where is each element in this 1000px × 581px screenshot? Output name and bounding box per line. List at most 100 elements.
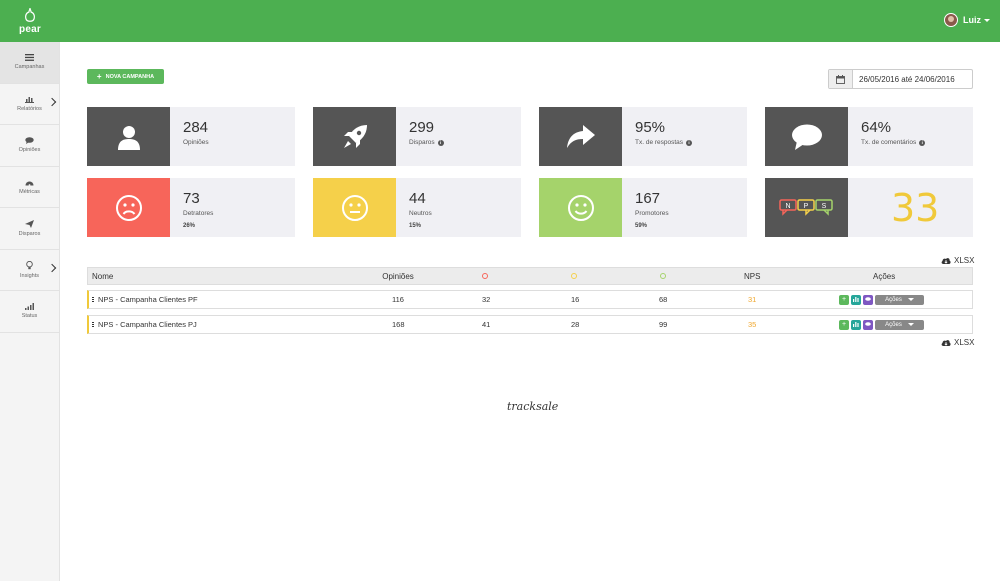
col-header-actions: Ações	[873, 271, 896, 281]
card-percent: 15%	[409, 223, 422, 229]
happy-face-icon	[660, 273, 666, 279]
row-nps: 31	[748, 295, 757, 304]
card-value: 167	[635, 190, 661, 207]
col-header-opinions[interactable]: Opiniões	[382, 268, 414, 284]
row-name-cell: NPS - Campanha Clientes PJ	[92, 316, 197, 333]
cloud-download-icon	[941, 257, 951, 264]
col-header-neutrals[interactable]	[571, 268, 577, 284]
sidebar-item-label: Opiniões	[18, 147, 41, 154]
date-range-text: 26/05/2016 até 24/06/2016	[859, 74, 955, 84]
sidebar-item-label: Status	[21, 313, 38, 320]
top-bar: pear Luiz	[0, 0, 1000, 42]
card-disparos: 299 Disparos i	[313, 107, 521, 166]
card-label: Tx. de comentários	[861, 139, 917, 146]
sidebar-item-relatorios[interactable]: Relatórios	[0, 84, 59, 125]
sidebar-item-opinioes[interactable]: Opiniões	[0, 125, 59, 167]
happy-face-icon	[539, 178, 622, 237]
chevron-right-icon	[47, 263, 57, 272]
card-label: Promotores	[635, 210, 669, 217]
chart-icon[interactable]	[851, 294, 861, 305]
sidebar-item-label: Campanhas	[14, 64, 45, 71]
card-respostas: 95% Tx. de respostas i	[539, 107, 747, 166]
sidebar-item-label: Disparos	[18, 230, 41, 237]
col-header-promoters[interactable]	[660, 268, 666, 284]
card-label: Neutros	[409, 210, 432, 217]
list-icon	[25, 54, 34, 62]
sidebar: Campanhas Relatórios Opiniões Métricas D…	[0, 42, 60, 581]
row-detractors: 32	[482, 295, 491, 304]
add-icon[interactable]: +	[839, 294, 849, 305]
row-opinions: 116	[392, 295, 404, 304]
sad-face-icon	[87, 178, 170, 237]
card-value: 284	[183, 119, 209, 136]
sidebar-item-status[interactable]: Status	[0, 291, 59, 333]
neutral-face-icon	[571, 273, 577, 279]
card-promotores: 167 Promotores 59%	[539, 178, 747, 237]
col-header-nps[interactable]: NPS	[744, 268, 760, 284]
actions-dropdown[interactable]: Ações	[875, 294, 924, 305]
col-header-detractors[interactable]	[482, 268, 488, 284]
row-nps: 35	[748, 320, 757, 329]
pear-icon	[25, 7, 35, 22]
sidebar-item-campanhas[interactable]: Campanhas	[0, 42, 59, 84]
footer-brand: tracksale	[507, 400, 559, 413]
card-value: 44	[409, 190, 426, 207]
sidebar-item-disparos[interactable]: Disparos	[0, 208, 59, 250]
export-xlsx-bottom[interactable]: XLSX	[941, 338, 974, 347]
add-icon[interactable]: +	[839, 319, 849, 330]
card-opinioes: 284 Opiniões	[87, 107, 295, 166]
row-name[interactable]: NPS - Campanha Clientes PF	[98, 295, 198, 304]
app-logo[interactable]: pear	[0, 0, 60, 42]
calendar-icon	[829, 70, 853, 88]
export-label: XLSX	[954, 256, 975, 265]
row-actions: + Ações	[839, 291, 924, 308]
sidebar-item-label: Insights	[20, 272, 39, 279]
col-header-name[interactable]: Nome	[92, 268, 113, 284]
card-label: Tx. de respostas	[635, 139, 684, 146]
chevron-right-icon	[47, 97, 57, 106]
row-neutrals: 16	[571, 295, 580, 304]
nps-score: 33	[891, 186, 940, 230]
sidebar-item-metricas[interactable]: Métricas	[0, 167, 59, 208]
drag-handle-icon[interactable]	[92, 321, 94, 328]
chevron-down-icon	[907, 323, 914, 326]
card-label: Opiniões	[183, 139, 209, 146]
row-neutrals: 28	[571, 320, 580, 329]
info-icon[interactable]: i	[919, 139, 926, 146]
share-arrow-icon	[539, 107, 622, 166]
user-icon	[87, 107, 170, 166]
sidebar-item-label: Métricas	[19, 188, 40, 195]
comment-icon	[25, 137, 34, 145]
date-range-picker[interactable]: 26/05/2016 até 24/06/2016	[828, 69, 973, 89]
card-value: 95%	[635, 119, 666, 136]
export-xlsx-top[interactable]: XLSX	[941, 256, 974, 265]
table-row[interactable]: NPS - Campanha Clientes PF 116 32 16 68 …	[87, 290, 973, 309]
info-icon[interactable]: i	[686, 139, 693, 146]
new-campaign-label: NOVA CAMPANHA	[105, 73, 155, 80]
drag-handle-icon[interactable]	[92, 296, 94, 303]
row-name[interactable]: NPS - Campanha Clientes PJ	[98, 320, 197, 329]
card-label: Disparos	[409, 139, 435, 146]
row-detractors: 41	[482, 320, 491, 329]
chevron-down-icon	[907, 298, 914, 301]
sidebar-item-insights[interactable]: Insights	[0, 250, 59, 291]
new-campaign-button[interactable]: + NOVA CAMPANHA	[87, 69, 164, 84]
actions-dropdown[interactable]: Ações	[875, 319, 924, 330]
cloud-download-icon	[941, 339, 951, 346]
sidebar-item-label: Relatórios	[17, 105, 42, 112]
table-row[interactable]: NPS - Campanha Clientes PJ 168 41 28 99 …	[87, 315, 973, 334]
export-label: XLSX	[954, 338, 975, 347]
info-icon[interactable]: i	[437, 139, 444, 146]
user-menu[interactable]: Luiz	[944, 13, 990, 27]
card-nps: N P S 33	[765, 178, 973, 237]
actions-dropdown-label: Ações	[885, 321, 902, 328]
card-neutros: 44 Neutros 15%	[313, 178, 521, 237]
user-name: Luiz	[963, 15, 981, 25]
nps-badge-icon: N P S	[765, 178, 848, 237]
logo-text: pear	[19, 24, 41, 35]
actions-dropdown-label: Ações	[885, 296, 902, 303]
comment-icon[interactable]	[863, 319, 873, 330]
comment-icon[interactable]	[863, 294, 873, 305]
row-actions: + Ações	[839, 316, 924, 333]
chart-icon[interactable]	[851, 319, 861, 330]
